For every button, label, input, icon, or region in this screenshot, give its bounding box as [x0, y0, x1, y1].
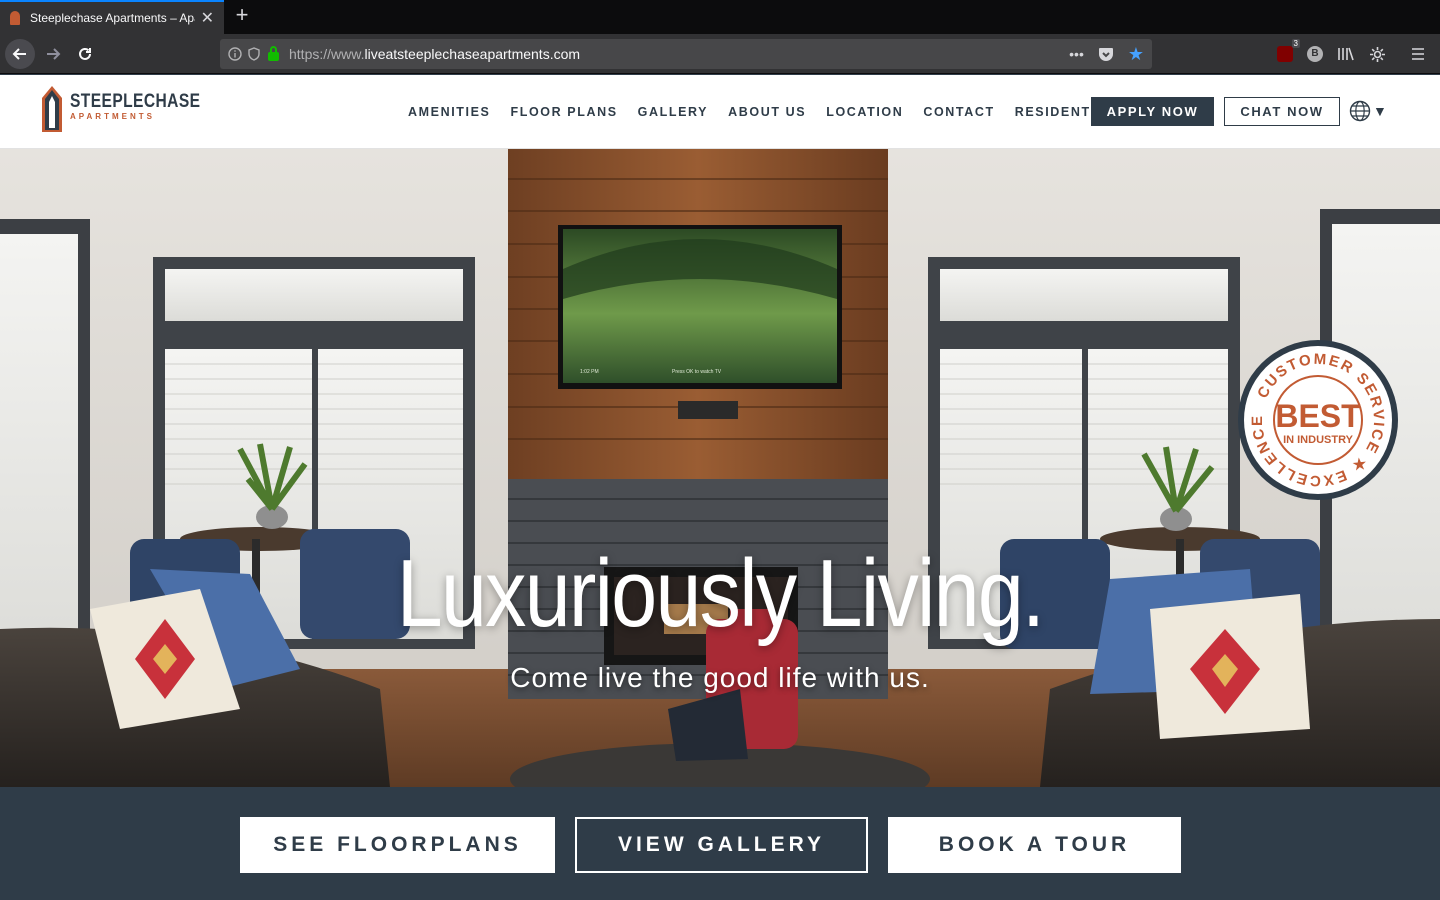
new-tab-button[interactable]: +: [230, 4, 254, 28]
browser-tab-bar: Steeplechase Apartments – Apartments ✕ +: [0, 0, 1440, 34]
seal-sub-text: IN INDUSTRY: [1283, 434, 1354, 446]
chevron-down-icon: ▼: [1373, 103, 1387, 119]
pocket-icon[interactable]: [1098, 47, 1114, 62]
forward-button[interactable]: [38, 39, 68, 69]
nav-gallery[interactable]: GALLERY: [638, 105, 708, 119]
nav-amenities[interactable]: AMENITIES: [408, 105, 490, 119]
logo-subtitle: APARTMENTS: [70, 112, 155, 121]
see-floorplans-button[interactable]: SEE FLOORPLANS: [240, 817, 555, 873]
globe-icon: [1349, 100, 1371, 122]
reload-button[interactable]: [70, 39, 100, 69]
secure-lock-icon[interactable]: [268, 45, 279, 61]
browser-tab[interactable]: Steeplechase Apartments – Apartments ✕: [0, 0, 224, 34]
customer-service-seal-badge: CUSTOMER SERVICE ★ EXCELLENCE ★ BEST IN …: [1237, 339, 1398, 500]
nav-about-us[interactable]: ABOUT US: [728, 105, 806, 119]
main-navigation: AMENITIES FLOOR PLANS GALLERY ABOUT US L…: [408, 75, 1156, 149]
extension-b-icon[interactable]: B: [1307, 46, 1323, 62]
book-a-tour-button[interactable]: BOOK A TOUR: [888, 817, 1181, 873]
cta-band: SEE FLOORPLANS VIEW GALLERY BOOK A TOUR: [0, 787, 1440, 900]
apply-now-button[interactable]: APPLY NOW: [1091, 97, 1214, 126]
hero-title: Luxuriously Living.: [396, 540, 1045, 647]
hero-section: 1:02 PM Press OK to watch TV Luxuriously…: [0, 149, 1440, 787]
nav-location[interactable]: LOCATION: [826, 105, 903, 119]
page-actions-button[interactable]: •••: [1069, 46, 1084, 62]
site-favicon-icon: [10, 11, 20, 25]
library-icon[interactable]: [1337, 46, 1355, 62]
nav-floor-plans[interactable]: FLOOR PLANS: [510, 105, 617, 119]
back-arrow-icon: [12, 48, 26, 60]
reload-icon: [79, 47, 91, 60]
nav-contact[interactable]: CONTACT: [923, 105, 994, 119]
hero-subtitle: Come live the good life with us.: [510, 662, 930, 693]
url-bar[interactable]: https://www.liveatsteeplechaseapartments…: [220, 39, 1152, 69]
tab-title: Steeplechase Apartments – Apartments: [30, 11, 195, 25]
steeple-logo-icon: [42, 86, 62, 132]
info-icon[interactable]: [228, 47, 242, 61]
seal-main-text: BEST: [1275, 398, 1361, 434]
close-tab-icon[interactable]: ✕: [201, 8, 214, 28]
tv-caption: Press OK to watch TV: [672, 369, 722, 375]
bookmark-star-icon[interactable]: ★: [1128, 44, 1144, 65]
hamburger-menu-icon[interactable]: [1410, 47, 1426, 61]
tracking-shield-icon[interactable]: [248, 47, 260, 61]
logo-name: STEEPLECHASE: [70, 91, 201, 112]
ublock-extension-icon[interactable]: 3: [1277, 39, 1300, 62]
forward-arrow-icon: [47, 48, 61, 60]
back-button[interactable]: [5, 39, 35, 69]
site-header: STEEPLECHASE APARTMENTS AMENITIES FLOOR …: [0, 75, 1440, 149]
view-gallery-button[interactable]: VIEW GALLERY: [575, 817, 868, 873]
browser-toolbar: https://www.liveatsteeplechaseapartments…: [0, 34, 1440, 74]
tv-time: 1:02 PM: [580, 369, 599, 375]
chat-now-button[interactable]: CHAT NOW: [1224, 97, 1340, 126]
language-selector[interactable]: ▼: [1349, 100, 1387, 122]
settings-gear-icon[interactable]: [1369, 46, 1386, 63]
steeplechase-logo[interactable]: STEEPLECHASE APARTMENTS: [40, 86, 229, 132]
url-text[interactable]: https://www.liveatsteeplechaseapartments…: [289, 46, 580, 62]
